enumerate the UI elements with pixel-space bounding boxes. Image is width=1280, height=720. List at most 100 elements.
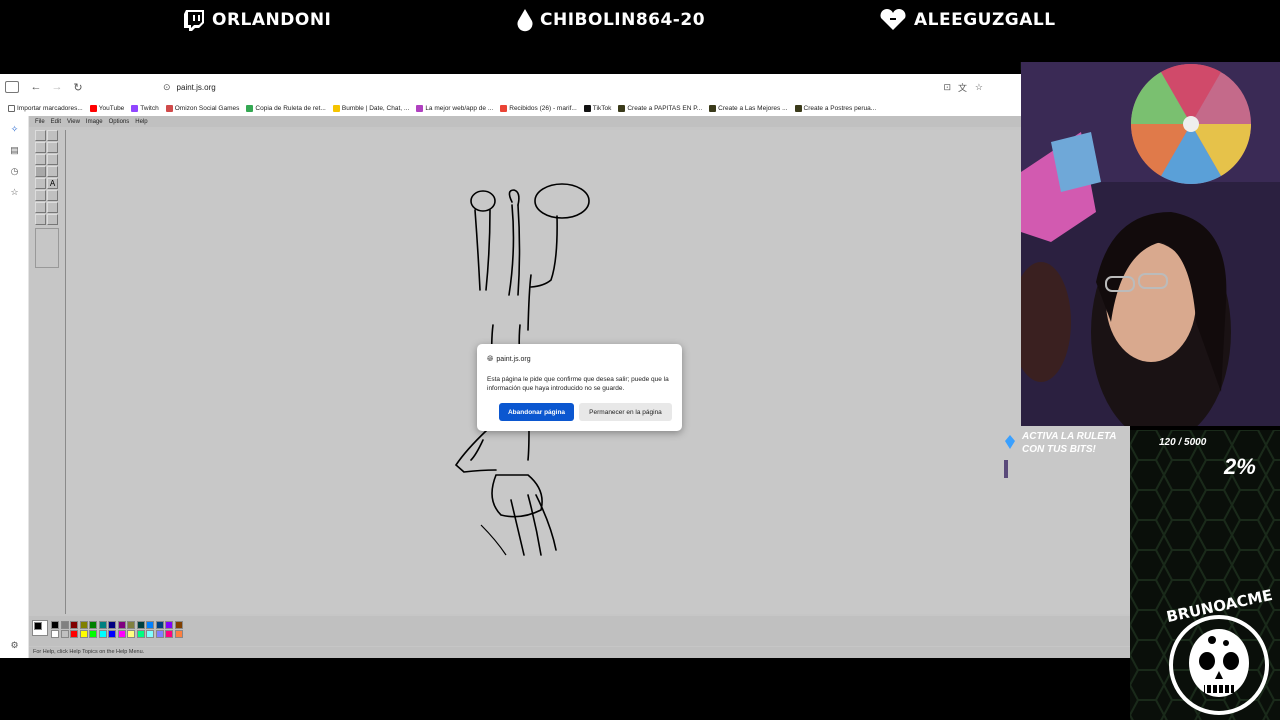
favorites-icon[interactable]: ☆	[9, 187, 20, 198]
tool-options-box[interactable]	[35, 228, 59, 268]
palette-swatch[interactable]	[108, 630, 116, 638]
omizon-icon	[165, 104, 173, 112]
palette-swatch[interactable]	[127, 621, 135, 629]
brush-tool-icon[interactable]	[47, 166, 58, 177]
install-app-icon[interactable]: ⊡	[943, 82, 951, 93]
menu-view[interactable]: View	[67, 119, 80, 125]
palette-swatch[interactable]	[79, 621, 88, 629]
fill-tool-icon[interactable]	[47, 142, 58, 153]
brunoacme-logo: BRUNOACME	[1162, 586, 1277, 715]
dialog-message: Esta página le pide que confirme que des…	[487, 376, 669, 392]
palette-swatch[interactable]	[174, 621, 183, 629]
collections-icon[interactable]: ▤	[9, 145, 20, 156]
palette-swatch[interactable]	[136, 630, 145, 638]
free-select-tool-icon[interactable]	[35, 130, 46, 141]
browser-toolbar: ← → ↻ ⊙ paint.js.org ⊡ 文 ☆	[0, 74, 1021, 100]
handle-name: CHIBOLIN864-20	[540, 10, 706, 30]
magnifier-tool-icon[interactable]	[47, 154, 58, 165]
copilot-icon[interactable]: ✧	[9, 124, 20, 135]
menu-help[interactable]: Help	[135, 119, 147, 125]
palette-swatch[interactable]	[127, 630, 135, 638]
bookmark-item[interactable]: Create a PAPITAS EN P...	[618, 104, 702, 112]
reload-icon[interactable]: ↻	[69, 78, 87, 96]
bookmark-item[interactable]: Create a Postres perua...	[794, 104, 876, 112]
paint-toolbox: A	[31, 128, 61, 288]
site-info-icon[interactable]: ⊙	[163, 82, 171, 93]
palette-swatch[interactable]	[146, 621, 154, 629]
handle-kick: CHIBOLIN864-20	[516, 6, 705, 34]
forward-icon[interactable]: →	[48, 78, 66, 96]
bookmark-item[interactable]: Create a Las Mejores ...	[709, 104, 788, 112]
bookmark-item[interactable]: Omizon Social Games	[165, 104, 239, 112]
webcam-feed	[1021, 62, 1280, 426]
address-bar[interactable]: ⊙ paint.js.org ⊡ 文 ☆	[155, 78, 995, 97]
bookmark-item[interactable]: Bumble | Date, Chat, ...	[332, 104, 409, 112]
settings-gear-icon[interactable]: ⚙	[9, 640, 20, 651]
palette-swatch[interactable]	[108, 621, 116, 629]
palette-swatch[interactable]	[146, 630, 154, 638]
globe-icon: 🌐︎	[487, 354, 494, 363]
stay-on-page-button[interactable]: Permanecer en la página	[579, 403, 672, 421]
select-tool-icon[interactable]	[47, 130, 58, 141]
rounded-rect-tool-icon[interactable]	[47, 214, 58, 225]
palette-swatch[interactable]	[136, 621, 145, 629]
palette-swatch[interactable]	[79, 630, 88, 638]
rectangle-tool-icon[interactable]	[35, 202, 46, 213]
leave-page-button[interactable]: Abandonar página	[499, 403, 574, 421]
browser-window: ← → ↻ ⊙ paint.js.org ⊡ 文 ☆ Importar marc…	[0, 74, 1130, 658]
bookmark-item[interactable]: Importar marcadores...	[8, 104, 83, 112]
palette-swatch[interactable]	[89, 630, 97, 638]
translate-icon[interactable]: 文	[958, 81, 967, 94]
palette-swatch[interactable]	[89, 621, 97, 629]
polygon-tool-icon[interactable]	[47, 202, 58, 213]
menu-options[interactable]: Options	[109, 119, 130, 125]
palette-swatch[interactable]	[174, 630, 183, 638]
line-tool-icon[interactable]	[35, 190, 46, 201]
create-icon	[794, 104, 802, 112]
palette-swatch[interactable]	[165, 630, 173, 638]
eraser-tool-icon[interactable]	[35, 142, 46, 153]
pencil-tool-icon[interactable]	[35, 166, 46, 177]
palette-swatch[interactable]	[155, 630, 164, 638]
text-tool-icon[interactable]: A	[47, 178, 58, 189]
bookmark-item[interactable]: YouTube	[89, 104, 124, 112]
bookmark-item[interactable]: TikTok	[583, 104, 611, 112]
bookmark-item[interactable]: Twitch	[131, 104, 159, 112]
handle-twitch: ORLANDONI	[182, 6, 331, 34]
bumble-icon	[332, 104, 340, 112]
picker-tool-icon[interactable]	[35, 154, 46, 165]
palette-swatch[interactable]	[70, 630, 78, 638]
youtube-icon	[89, 104, 97, 112]
bookmark-item[interactable]: Copia de Ruleta de ret...	[246, 104, 326, 112]
sidebar-toggle-icon[interactable]	[5, 81, 19, 93]
favorite-star-icon[interactable]: ☆	[975, 82, 983, 93]
palette-swatch[interactable]	[117, 630, 126, 638]
palette-swatch[interactable]	[165, 621, 173, 629]
airbrush-tool-icon[interactable]	[35, 178, 46, 189]
palette-swatch[interactable]	[98, 621, 107, 629]
handle-name: ALEEGUZGALL	[914, 10, 1056, 30]
palette-swatch[interactable]	[117, 621, 126, 629]
bits-count: 120 / 5000	[1159, 437, 1207, 448]
palette-swatch[interactable]	[70, 621, 78, 629]
primary-color[interactable]	[34, 622, 42, 630]
history-icon[interactable]: ◷	[9, 166, 20, 177]
url-text: paint.js.org	[176, 83, 216, 92]
ellipse-tool-icon[interactable]	[35, 214, 46, 225]
bookmarks-bar: Importar marcadores... YouTube Twitch Om…	[0, 100, 1021, 116]
bookmark-item[interactable]: Recibidos (26) - marif...	[500, 104, 577, 112]
menu-edit[interactable]: Edit	[51, 119, 61, 125]
menu-file[interactable]: File	[35, 119, 45, 125]
curve-tool-icon[interactable]	[47, 190, 58, 201]
back-icon[interactable]: ←	[27, 78, 45, 96]
palette-swatch[interactable]	[51, 621, 59, 629]
bookmark-item[interactable]: La mejor web/app de ...	[416, 104, 493, 112]
paint-statusbar: For Help, click Help Topics on the Help …	[29, 647, 1130, 658]
palette-swatch[interactable]	[51, 630, 59, 638]
palette-swatch[interactable]	[60, 630, 69, 638]
palette-swatch[interactable]	[155, 621, 164, 629]
palette-swatch[interactable]	[98, 630, 107, 638]
palette-swatch[interactable]	[60, 621, 69, 629]
menu-image[interactable]: Image	[86, 119, 103, 125]
color-palette	[29, 616, 1130, 646]
